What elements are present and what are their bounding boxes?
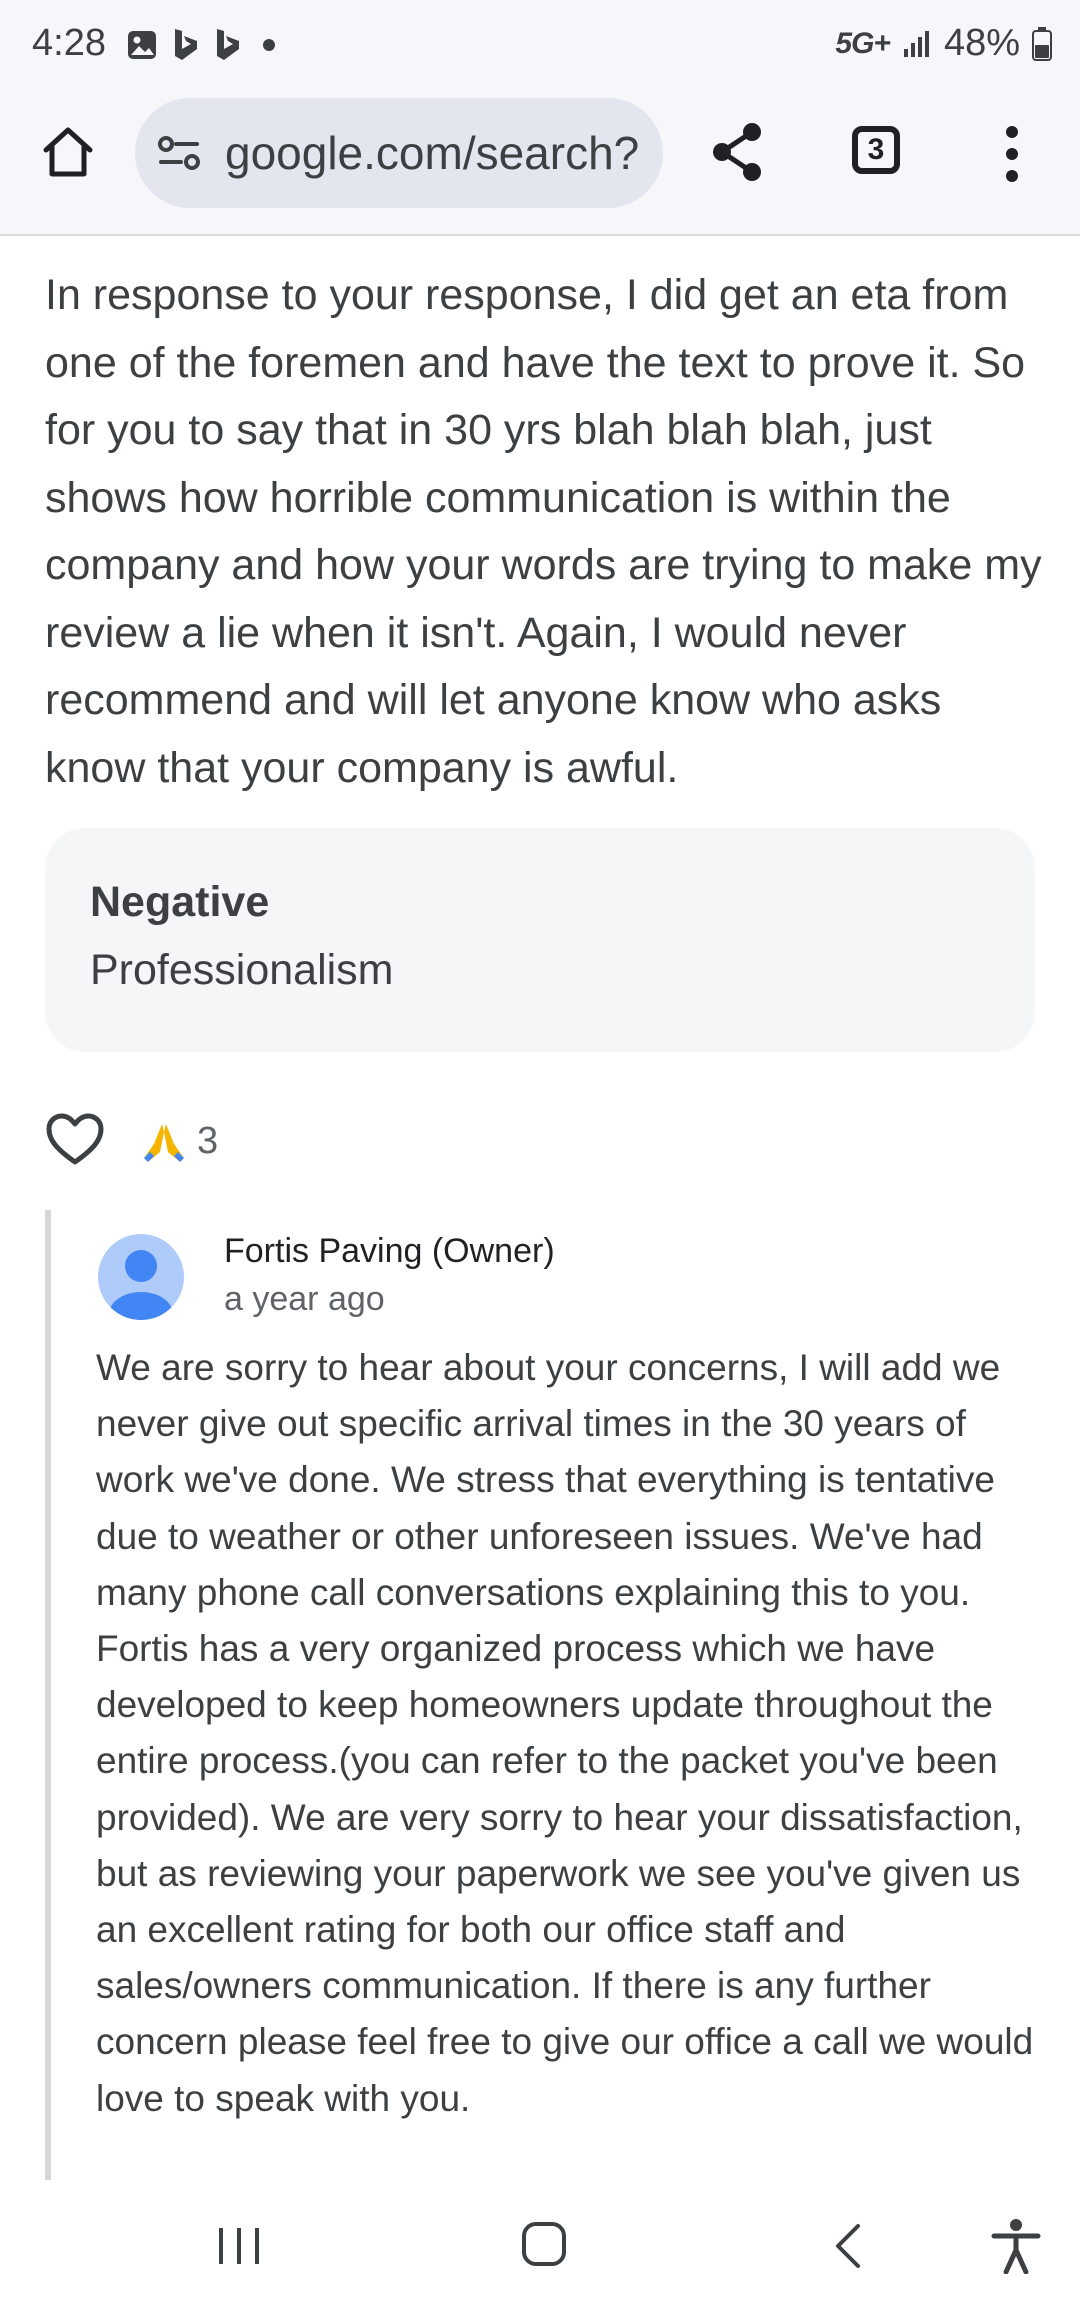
back-nav-icon[interactable] [828,2222,868,2270]
recent-apps-icon[interactable] [215,2222,263,2270]
like-heart-icon[interactable] [45,1112,105,1168]
owner-avatar[interactable] [98,1234,184,1320]
notification-icons [126,28,282,62]
owner-name: Fortis Paving (Owner) [224,1232,555,1270]
sentiment-category: Professionalism [90,946,394,994]
gallery-notification-icon [128,31,156,59]
share-icon[interactable] [708,120,768,184]
bing-notification-icon-2 [217,29,239,60]
more-notifications-dot-icon [263,39,275,51]
accessibility-icon[interactable] [990,2218,1042,2274]
address-bar[interactable]: google.com/search? [135,98,663,208]
owner-reply: Fortis Paving (Owner) a year ago We are … [45,1210,1051,2180]
url-text[interactable]: google.com/search? [225,126,639,180]
home-icon[interactable] [40,124,96,180]
status-bar: 4:28 5G+ 48% [0,0,1080,96]
system-nav-bar [0,2180,1080,2316]
sentiment-label: Negative [90,878,270,926]
home-nav-icon[interactable] [520,2220,568,2268]
owner-reply-time: a year ago [224,1280,385,1318]
owner-reply-text: We are sorry to hear about your concerns… [96,1347,1034,2119]
signal-icon [903,30,929,57]
bing-notification-icon [175,29,197,60]
reaction-count: 3 [197,1120,219,1162]
reactions-row: 3 [45,1112,445,1172]
review-text: In response to your response, I did get … [45,271,1042,792]
more-options-icon[interactable] [1000,124,1024,184]
battery-icon [1032,26,1052,61]
sentiment-card: Negative Professionalism [45,828,1035,1052]
network-type: 5G+ [835,26,891,60]
battery-percent: 48% [943,22,1020,64]
folded-hands-emoji-icon[interactable] [140,1120,188,1164]
browser-toolbar: google.com/search? 3 [0,96,1080,236]
status-time: 4:28 [32,22,106,64]
status-right: 5G+ 48% [835,22,1052,65]
tab-switcher-button[interactable]: 3 [852,126,900,174]
site-settings-icon[interactable] [157,132,203,174]
